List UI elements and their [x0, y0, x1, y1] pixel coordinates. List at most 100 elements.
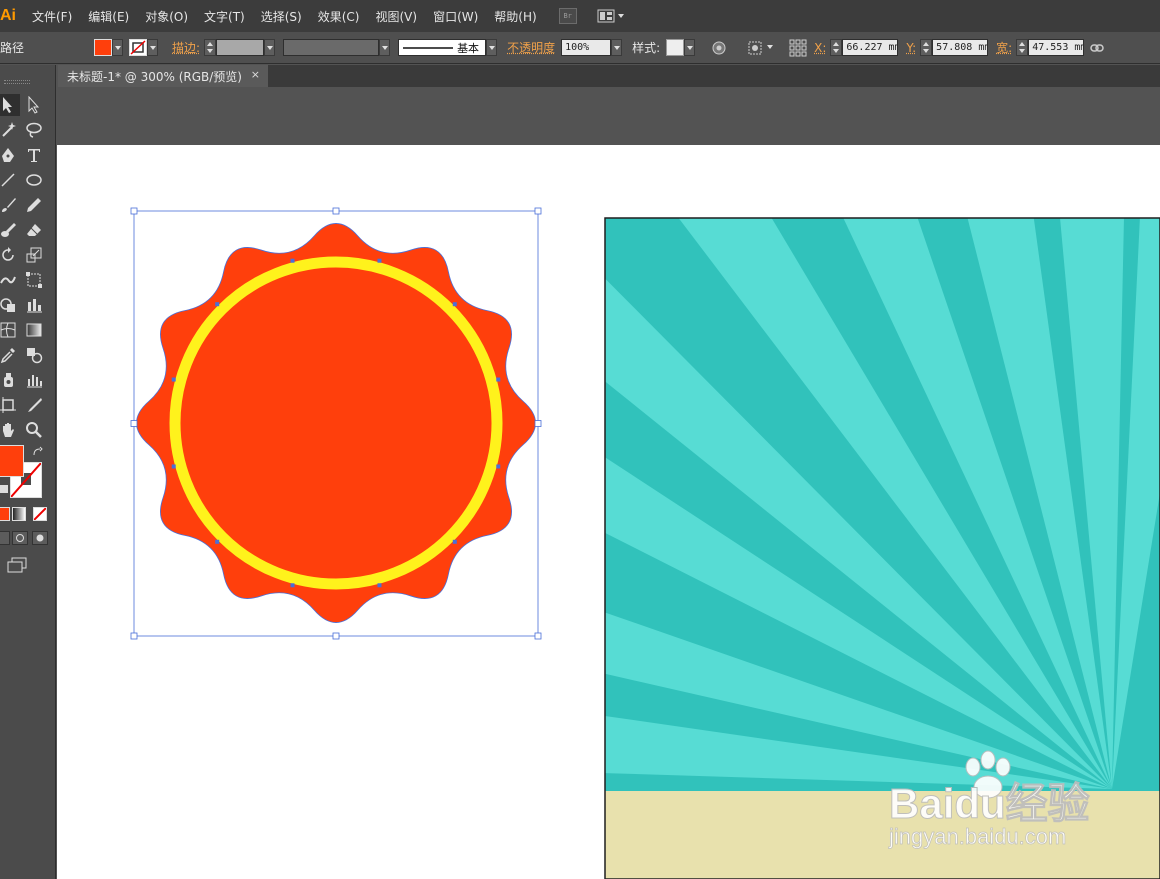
- graphic-style-dropdown[interactable]: [684, 39, 696, 56]
- magic-wand-tool[interactable]: [0, 119, 20, 141]
- resize-handle[interactable]: [130, 420, 138, 427]
- color-mode-button[interactable]: [0, 507, 10, 521]
- width-stepper[interactable]: [1016, 39, 1029, 56]
- anchor-point[interactable]: [377, 583, 382, 588]
- pencil-tool[interactable]: [22, 194, 46, 216]
- anchor-point[interactable]: [290, 258, 295, 263]
- stroke-weight-dropdown[interactable]: [264, 39, 276, 56]
- column-graph-tool[interactable]: [22, 369, 46, 391]
- rotate-tool[interactable]: [0, 244, 20, 266]
- draw-inside-button[interactable]: [32, 531, 48, 545]
- screen-mode-button[interactable]: [6, 557, 28, 573]
- selection-tool[interactable]: [0, 94, 20, 116]
- stroke-weight-stepper[interactable]: [204, 39, 217, 56]
- resize-handle[interactable]: [130, 207, 138, 215]
- graph-tool[interactable]: [22, 294, 46, 316]
- anchor-point[interactable]: [171, 464, 176, 469]
- brush-definition[interactable]: 基本: [398, 39, 487, 56]
- resize-handle[interactable]: [534, 420, 542, 427]
- pen-tool[interactable]: [0, 144, 20, 166]
- bridge-button[interactable]: Br: [558, 8, 577, 24]
- menu-view[interactable]: 视图(V): [367, 8, 425, 25]
- lasso-tool[interactable]: [22, 119, 46, 141]
- warp-tool[interactable]: [0, 269, 20, 291]
- type-tool[interactable]: [22, 144, 46, 166]
- swap-fill-stroke-button[interactable]: [32, 446, 44, 458]
- anchor-point[interactable]: [215, 539, 220, 544]
- tab-close-icon[interactable]: ×: [251, 68, 260, 81]
- anchor-point[interactable]: [496, 377, 501, 382]
- mesh-tool[interactable]: [0, 319, 20, 341]
- stroke-weight-field[interactable]: [216, 39, 265, 56]
- graphic-style-swatch[interactable]: [666, 39, 685, 56]
- menu-window[interactable]: 窗口(W): [425, 8, 486, 25]
- document-tab[interactable]: 未标题-1* @ 300% (RGB/预览) ×: [58, 65, 268, 87]
- shape-builder-tool[interactable]: [0, 294, 20, 316]
- fill-dropdown[interactable]: [112, 39, 124, 56]
- variable-width-profile[interactable]: [283, 39, 380, 56]
- direct-selection-tool[interactable]: [22, 94, 46, 116]
- hand-tool[interactable]: [0, 419, 20, 441]
- gradient-mode-button[interactable]: [12, 507, 26, 521]
- gradient-tool[interactable]: [22, 319, 46, 341]
- recolor-artwork-button[interactable]: [709, 38, 729, 58]
- paintbrush-tool[interactable]: [0, 194, 20, 216]
- menu-effect[interactable]: 效果(C): [310, 8, 368, 25]
- resize-handle[interactable]: [534, 207, 542, 215]
- opacity-label[interactable]: 不透明度: [507, 39, 555, 56]
- artboard-tool[interactable]: [0, 394, 20, 416]
- anchor-point[interactable]: [290, 583, 295, 588]
- brush-dropdown[interactable]: [486, 39, 498, 56]
- menu-object[interactable]: 对象(O): [137, 8, 196, 25]
- slice-tool[interactable]: [22, 394, 46, 416]
- variable-width-dropdown[interactable]: [379, 39, 391, 56]
- panel-grip[interactable]: [4, 80, 30, 84]
- default-colors-button[interactable]: [0, 485, 8, 493]
- resize-handle[interactable]: [534, 632, 542, 640]
- eraser-tool[interactable]: [22, 219, 46, 241]
- y-field[interactable]: 57.808 mm: [932, 39, 989, 56]
- anchor-point[interactable]: [452, 302, 457, 307]
- opacity-field[interactable]: 100%: [561, 39, 612, 56]
- menu-edit[interactable]: 编辑(E): [80, 8, 137, 25]
- stroke-label[interactable]: 描边:: [172, 39, 200, 56]
- anchor-point[interactable]: [171, 377, 176, 382]
- stroke-swatch[interactable]: [129, 39, 148, 56]
- zoom-tool[interactable]: [22, 419, 46, 441]
- isolate-dropdown[interactable]: [765, 39, 776, 56]
- anchor-point[interactable]: [377, 258, 382, 263]
- fill-color-box[interactable]: [0, 445, 24, 477]
- reference-point-button[interactable]: [788, 38, 808, 58]
- resize-handle[interactable]: [332, 632, 340, 640]
- x-label[interactable]: X:: [814, 41, 826, 55]
- draw-normal-button[interactable]: [0, 531, 10, 545]
- line-segment-tool[interactable]: [0, 169, 20, 191]
- menu-file[interactable]: 文件(F): [24, 8, 80, 25]
- width-field[interactable]: 47.553 mm: [1028, 39, 1085, 56]
- scale-tool[interactable]: [22, 244, 46, 266]
- x-field[interactable]: 66.227 mm: [842, 39, 899, 56]
- symbol-sprayer-tool[interactable]: [0, 369, 20, 391]
- sun-object[interactable]: [136, 223, 536, 623]
- stroke-dropdown[interactable]: [147, 39, 159, 56]
- free-transform-tool[interactable]: [22, 269, 46, 291]
- ellipse-tool[interactable]: [22, 169, 46, 191]
- anchor-point[interactable]: [215, 302, 220, 307]
- width-label[interactable]: 宽:: [996, 39, 1012, 56]
- none-mode-button[interactable]: [33, 507, 47, 521]
- menu-type[interactable]: 文字(T): [196, 8, 253, 25]
- blend-tool[interactable]: [22, 344, 46, 366]
- workspace-switcher[interactable]: [597, 8, 627, 24]
- blob-brush-tool[interactable]: [0, 219, 20, 241]
- eyedropper-tool[interactable]: [0, 344, 20, 366]
- isolate-button[interactable]: [745, 38, 765, 58]
- y-label[interactable]: Y:: [906, 41, 916, 55]
- fill-swatch[interactable]: [94, 39, 113, 56]
- sun-star-shape[interactable]: [136, 223, 536, 623]
- menu-help[interactable]: 帮助(H): [486, 8, 544, 25]
- opacity-dropdown[interactable]: [611, 39, 623, 56]
- resize-handle[interactable]: [130, 632, 138, 640]
- y-stepper[interactable]: [920, 39, 933, 56]
- x-stepper[interactable]: [830, 39, 843, 56]
- resize-handle[interactable]: [332, 207, 340, 215]
